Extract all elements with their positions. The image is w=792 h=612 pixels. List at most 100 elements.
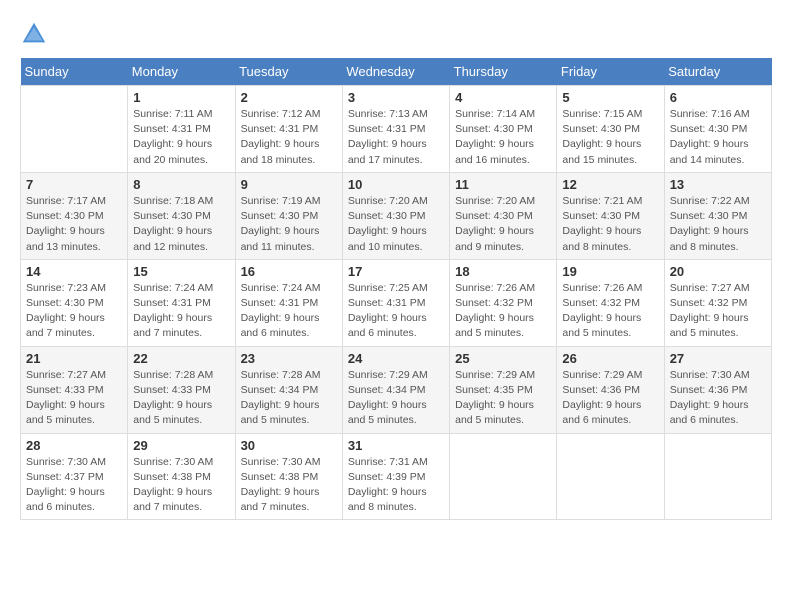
day-number: 11 [455, 177, 551, 192]
day-number: 18 [455, 264, 551, 279]
day-number: 10 [348, 177, 444, 192]
calendar-cell: 23 Sunrise: 7:28 AMSunset: 4:34 PMDayligh… [235, 346, 342, 433]
day-number: 22 [133, 351, 229, 366]
calendar-cell: 16 Sunrise: 7:24 AMSunset: 4:31 PMDayligh… [235, 259, 342, 346]
calendar-cell [450, 433, 557, 520]
day-number: 8 [133, 177, 229, 192]
day-info: Sunrise: 7:26 AMSunset: 4:32 PMDaylight:… [455, 281, 551, 342]
day-info: Sunrise: 7:20 AMSunset: 4:30 PMDaylight:… [455, 194, 551, 255]
day-info: Sunrise: 7:30 AMSunset: 4:38 PMDaylight:… [241, 455, 337, 516]
calendar-table: SundayMondayTuesdayWednesdayThursdayFrid… [20, 58, 772, 520]
calendar-cell: 11 Sunrise: 7:20 AMSunset: 4:30 PMDayligh… [450, 172, 557, 259]
day-info: Sunrise: 7:13 AMSunset: 4:31 PMDaylight:… [348, 107, 444, 168]
day-info: Sunrise: 7:31 AMSunset: 4:39 PMDaylight:… [348, 455, 444, 516]
page-header [20, 20, 772, 48]
day-info: Sunrise: 7:27 AMSunset: 4:32 PMDaylight:… [670, 281, 766, 342]
day-info: Sunrise: 7:26 AMSunset: 4:32 PMDaylight:… [562, 281, 658, 342]
calendar-day-header: Tuesday [235, 58, 342, 86]
calendar-cell: 25Sunrise: 7:29 AMSunset: 4:35 PMDayligh… [450, 346, 557, 433]
day-number: 24 [348, 351, 444, 366]
calendar-cell [21, 86, 128, 173]
day-number: 15 [133, 264, 229, 279]
calendar-day-header: Wednesday [342, 58, 449, 86]
calendar-cell: 10Sunrise: 7:20 AMSunset: 4:30 PMDayligh… [342, 172, 449, 259]
day-number: 16 [241, 264, 337, 279]
day-info: Sunrise: 7:12 AMSunset: 4:31 PMDaylight:… [241, 107, 337, 168]
calendar-week-row: 14Sunrise: 7:23 AMSunset: 4:30 PMDayligh… [21, 259, 772, 346]
day-info: Sunrise: 7:24 AMSunset: 4:31 PMDaylight:… [241, 281, 337, 342]
day-info: Sunrise: 7:18 AMSunset: 4:30 PMDaylight:… [133, 194, 229, 255]
calendar-day-header: Thursday [450, 58, 557, 86]
calendar-cell: 29 Sunrise: 7:30 AMSunset: 4:38 PMDayligh… [128, 433, 235, 520]
day-info: Sunrise: 7:17 AMSunset: 4:30 PMDaylight:… [26, 194, 122, 255]
day-info: Sunrise: 7:19 AMSunset: 4:30 PMDaylight:… [241, 194, 337, 255]
day-info: Sunrise: 7:30 AMSunset: 4:38 PMDaylight:… [133, 455, 229, 516]
day-info: Sunrise: 7:14 AMSunset: 4:30 PMDaylight:… [455, 107, 551, 168]
calendar-cell: 12Sunrise: 7:21 AMSunset: 4:30 PMDayligh… [557, 172, 664, 259]
calendar-day-header: Monday [128, 58, 235, 86]
calendar-cell: 28 Sunrise: 7:30 AMSunset: 4:37 PMDayligh… [21, 433, 128, 520]
day-number: 4 [455, 90, 551, 105]
day-info: Sunrise: 7:29 AMSunset: 4:34 PMDaylight:… [348, 368, 444, 429]
calendar-cell: 30 Sunrise: 7:30 AMSunset: 4:38 PMDayligh… [235, 433, 342, 520]
day-number: 7 [26, 177, 122, 192]
day-number: 28 [26, 438, 122, 453]
day-number: 29 [133, 438, 229, 453]
calendar-cell: 14Sunrise: 7:23 AMSunset: 4:30 PMDayligh… [21, 259, 128, 346]
day-number: 2 [241, 90, 337, 105]
day-info: Sunrise: 7:29 AMSunset: 4:36 PMDaylight:… [562, 368, 658, 429]
calendar-cell: 26 Sunrise: 7:29 AMSunset: 4:36 PMDayligh… [557, 346, 664, 433]
day-info: Sunrise: 7:27 AMSunset: 4:33 PMDaylight:… [26, 368, 122, 429]
calendar-cell: 1 Sunrise: 7:11 AMSunset: 4:31 PMDaylight… [128, 86, 235, 173]
day-info: Sunrise: 7:25 AMSunset: 4:31 PMDaylight:… [348, 281, 444, 342]
calendar-cell [557, 433, 664, 520]
calendar-cell: 19 Sunrise: 7:26 AMSunset: 4:32 PMDayligh… [557, 259, 664, 346]
day-info: Sunrise: 7:24 AMSunset: 4:31 PMDaylight:… [133, 281, 229, 342]
day-number: 20 [670, 264, 766, 279]
calendar-cell: 31 Sunrise: 7:31 AMSunset: 4:39 PMDayligh… [342, 433, 449, 520]
day-number: 23 [241, 351, 337, 366]
calendar-cell: 6Sunrise: 7:16 AMSunset: 4:30 PMDaylight… [664, 86, 771, 173]
logo-icon [20, 20, 48, 48]
calendar-week-row: 21 Sunrise: 7:27 AMSunset: 4:33 PMDayligh… [21, 346, 772, 433]
calendar-cell [664, 433, 771, 520]
calendar-week-row: 28 Sunrise: 7:30 AMSunset: 4:37 PMDayligh… [21, 433, 772, 520]
calendar-cell: 3 Sunrise: 7:13 AMSunset: 4:31 PMDaylight… [342, 86, 449, 173]
day-number: 21 [26, 351, 122, 366]
day-info: Sunrise: 7:22 AMSunset: 4:30 PMDaylight:… [670, 194, 766, 255]
day-number: 9 [241, 177, 337, 192]
calendar-day-header: Sunday [21, 58, 128, 86]
day-number: 19 [562, 264, 658, 279]
day-info: Sunrise: 7:30 AMSunset: 4:37 PMDaylight:… [26, 455, 122, 516]
calendar-cell: 17Sunrise: 7:25 AMSunset: 4:31 PMDayligh… [342, 259, 449, 346]
calendar-cell: 21 Sunrise: 7:27 AMSunset: 4:33 PMDayligh… [21, 346, 128, 433]
day-info: Sunrise: 7:11 AMSunset: 4:31 PMDaylight:… [133, 107, 229, 168]
day-number: 26 [562, 351, 658, 366]
calendar-week-row: 7 Sunrise: 7:17 AMSunset: 4:30 PMDaylight… [21, 172, 772, 259]
calendar-cell: 20 Sunrise: 7:27 AMSunset: 4:32 PMDayligh… [664, 259, 771, 346]
day-info: Sunrise: 7:15 AMSunset: 4:30 PMDaylight:… [562, 107, 658, 168]
calendar-day-header: Friday [557, 58, 664, 86]
day-info: Sunrise: 7:28 AMSunset: 4:34 PMDaylight:… [241, 368, 337, 429]
calendar-cell: 5 Sunrise: 7:15 AMSunset: 4:30 PMDaylight… [557, 86, 664, 173]
day-number: 1 [133, 90, 229, 105]
day-number: 13 [670, 177, 766, 192]
calendar-cell: 9 Sunrise: 7:19 AMSunset: 4:30 PMDaylight… [235, 172, 342, 259]
calendar-cell: 13 Sunrise: 7:22 AMSunset: 4:30 PMDayligh… [664, 172, 771, 259]
calendar-week-row: 1 Sunrise: 7:11 AMSunset: 4:31 PMDaylight… [21, 86, 772, 173]
day-number: 14 [26, 264, 122, 279]
day-number: 31 [348, 438, 444, 453]
calendar-cell: 24 Sunrise: 7:29 AMSunset: 4:34 PMDayligh… [342, 346, 449, 433]
day-info: Sunrise: 7:28 AMSunset: 4:33 PMDaylight:… [133, 368, 229, 429]
calendar-cell: 18 Sunrise: 7:26 AMSunset: 4:32 PMDayligh… [450, 259, 557, 346]
day-info: Sunrise: 7:29 AMSunset: 4:35 PMDaylight:… [455, 368, 551, 429]
calendar-cell: 7 Sunrise: 7:17 AMSunset: 4:30 PMDaylight… [21, 172, 128, 259]
calendar-cell: 8 Sunrise: 7:18 AMSunset: 4:30 PMDaylight… [128, 172, 235, 259]
day-number: 5 [562, 90, 658, 105]
day-number: 27 [670, 351, 766, 366]
day-number: 6 [670, 90, 766, 105]
logo [20, 20, 50, 48]
day-number: 3 [348, 90, 444, 105]
day-number: 30 [241, 438, 337, 453]
calendar-cell: 27Sunrise: 7:30 AMSunset: 4:36 PMDayligh… [664, 346, 771, 433]
